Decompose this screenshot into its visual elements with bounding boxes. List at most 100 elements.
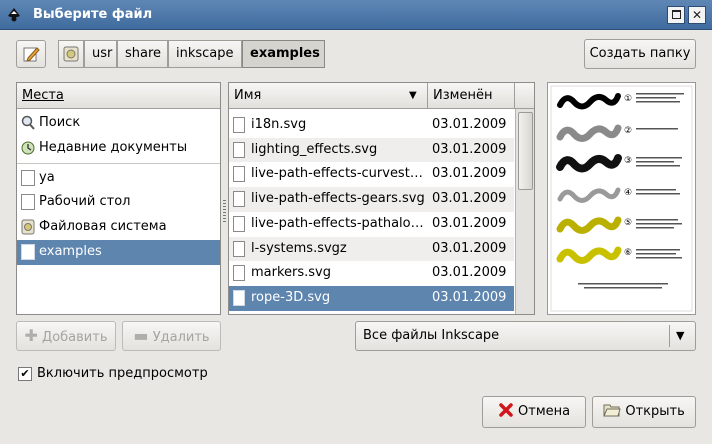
window-title: Выберите файл bbox=[33, 7, 153, 22]
file-name: lighting_effects.svg bbox=[251, 141, 378, 157]
file-date: 03.01.2009 bbox=[432, 240, 507, 256]
place-ya[interactable]: ya bbox=[17, 166, 220, 191]
close-icon: ✕ bbox=[691, 8, 703, 22]
document-icon bbox=[233, 166, 245, 183]
file-date: 03.01.2009 bbox=[432, 117, 507, 132]
breadcrumb-root[interactable] bbox=[58, 40, 84, 68]
cancel-button[interactable]: Отмена bbox=[482, 396, 586, 428]
column-header-name[interactable]: Имя ▼ bbox=[229, 83, 427, 109]
open-label: Открыть bbox=[625, 404, 685, 419]
file-row-selected[interactable]: rope-3D.svg 03.01.2009 bbox=[229, 285, 514, 311]
file-name: i18n.svg bbox=[251, 117, 307, 132]
file-row[interactable]: live-path-effects-curvestitch.svg 03.01.2… bbox=[229, 162, 514, 187]
place-label: Поиск bbox=[39, 115, 81, 130]
breadcrumb-share[interactable]: share bbox=[117, 40, 168, 68]
preview-number: ⑤ bbox=[624, 218, 632, 228]
file-date: 03.01.2009 bbox=[432, 166, 507, 182]
drive-icon bbox=[63, 46, 79, 62]
places-separator bbox=[17, 163, 220, 164]
scrollbar-thumb[interactable] bbox=[518, 112, 533, 190]
column-header-modified[interactable]: Изменён bbox=[427, 83, 514, 109]
document-icon bbox=[233, 215, 245, 232]
file-row[interactable]: l-systems.svgz 03.01.2009 bbox=[229, 236, 514, 262]
file-row[interactable]: markers.svg 03.01.2009 bbox=[229, 261, 514, 286]
place-desktop[interactable]: Рабочий стол bbox=[17, 190, 220, 215]
file-row[interactable]: i18n.svg 03.01.2009 bbox=[229, 113, 514, 138]
document-icon bbox=[233, 141, 245, 158]
place-examples[interactable]: examples bbox=[17, 240, 220, 265]
preview-number: ① bbox=[624, 94, 632, 104]
filter-dropdown-divider bbox=[669, 325, 670, 347]
add-label: Добавить bbox=[42, 330, 108, 345]
close-button[interactable]: ✕ bbox=[688, 6, 706, 24]
file-row[interactable]: live-path-effects-pathalongpath.svg 03.01… bbox=[229, 212, 514, 237]
places-header[interactable]: Места bbox=[17, 83, 220, 109]
place-label: Рабочий стол bbox=[39, 194, 131, 209]
file-row[interactable]: lighting_effects.svg 03.01.2009 bbox=[229, 137, 514, 163]
vertical-scrollbar[interactable] bbox=[515, 109, 534, 314]
document-icon bbox=[233, 289, 245, 306]
places-panel[interactable]: Места Поиск Недавние документы ya Рабочи… bbox=[16, 82, 221, 315]
place-search[interactable]: Поиск bbox=[17, 111, 220, 136]
breadcrumb-inkscape[interactable]: inkscape bbox=[168, 40, 242, 68]
file-list-panel[interactable]: Имя ▼ Изменён i18n.svg 03.01.2009 lightin… bbox=[228, 82, 535, 315]
remove-label: Удалить bbox=[152, 330, 210, 345]
cancel-label: Отмена bbox=[518, 404, 571, 419]
folder-open-icon bbox=[603, 404, 621, 417]
place-recent[interactable]: Недавние документы bbox=[17, 136, 220, 161]
breadcrumb-usr[interactable]: usr bbox=[84, 40, 117, 68]
remove-bookmark-button[interactable]: ▬ Удалить bbox=[122, 321, 221, 351]
preview-number: ⑥ bbox=[624, 248, 632, 258]
edit-location-button[interactable] bbox=[16, 40, 46, 68]
pencil-icon bbox=[23, 47, 40, 62]
add-bookmark-button[interactable]: ✚ Добавить bbox=[16, 321, 116, 351]
maximize-button[interactable] bbox=[667, 6, 685, 24]
preview-number: ④ bbox=[624, 188, 632, 198]
plus-icon: ✚ bbox=[24, 326, 38, 345]
place-label: Файловая система bbox=[39, 219, 167, 234]
file-date: 03.01.2009 bbox=[432, 289, 507, 305]
file-date: 03.01.2009 bbox=[432, 191, 507, 207]
place-label: Недавние документы bbox=[39, 140, 188, 155]
document-icon bbox=[233, 191, 245, 208]
search-icon bbox=[21, 115, 35, 130]
file-date: 03.01.2009 bbox=[432, 215, 507, 231]
place-filesystem[interactable]: Файловая система bbox=[17, 215, 220, 240]
breadcrumb-examples[interactable]: examples bbox=[242, 40, 325, 68]
file-name: live-path-effects-pathalongpath.svg bbox=[251, 215, 426, 231]
create-folder-button[interactable]: Создать папку bbox=[584, 39, 696, 69]
sort-desc-icon: ▼ bbox=[409, 90, 417, 101]
file-type-filter[interactable]: Все файлы Inkscape ▼ bbox=[355, 321, 696, 351]
cancel-icon bbox=[499, 403, 513, 417]
title-bar[interactable]: Выберите файл ✕ bbox=[0, 0, 712, 30]
column-name-label: Имя bbox=[234, 88, 262, 103]
minus-icon: ▬ bbox=[133, 326, 149, 345]
document-icon bbox=[233, 265, 245, 282]
file-name: rope-3D.svg bbox=[251, 289, 331, 305]
places-header-label: Места bbox=[22, 88, 64, 103]
place-label: ya bbox=[39, 170, 55, 185]
drive-icon bbox=[21, 219, 35, 235]
document-icon bbox=[233, 117, 245, 133]
filter-value: Все файлы Inkscape bbox=[363, 328, 500, 343]
inkscape-icon bbox=[8, 8, 20, 22]
file-row[interactable]: live-path-effects-gears.svg 03.01.2009 bbox=[229, 187, 514, 212]
place-label: examples bbox=[39, 244, 102, 259]
column-header-filler bbox=[514, 83, 534, 109]
chevron-down-icon: ▼ bbox=[676, 329, 685, 342]
preview-number: ② bbox=[624, 126, 632, 136]
maximize-icon bbox=[671, 10, 681, 19]
pane-resize-handle[interactable] bbox=[223, 200, 226, 224]
file-rows: i18n.svg 03.01.2009 lighting_effects.svg 0… bbox=[229, 113, 514, 314]
file-name: l-systems.svgz bbox=[251, 240, 347, 256]
preview-number: ③ bbox=[624, 156, 632, 166]
file-name: markers.svg bbox=[251, 265, 332, 281]
document-icon bbox=[21, 170, 35, 186]
file-date: 03.01.2009 bbox=[432, 141, 507, 157]
file-name: live-path-effects-curvestitch.svg bbox=[251, 166, 426, 182]
open-button[interactable]: Открыть bbox=[592, 396, 696, 428]
rope-3d-preview-image: ① ② ③ ④ ⑤ ⑥ bbox=[550, 85, 693, 312]
preview-checkbox[interactable]: ✔ bbox=[18, 367, 32, 381]
column-modified-label: Изменён bbox=[433, 88, 493, 103]
recent-icon bbox=[21, 141, 35, 155]
